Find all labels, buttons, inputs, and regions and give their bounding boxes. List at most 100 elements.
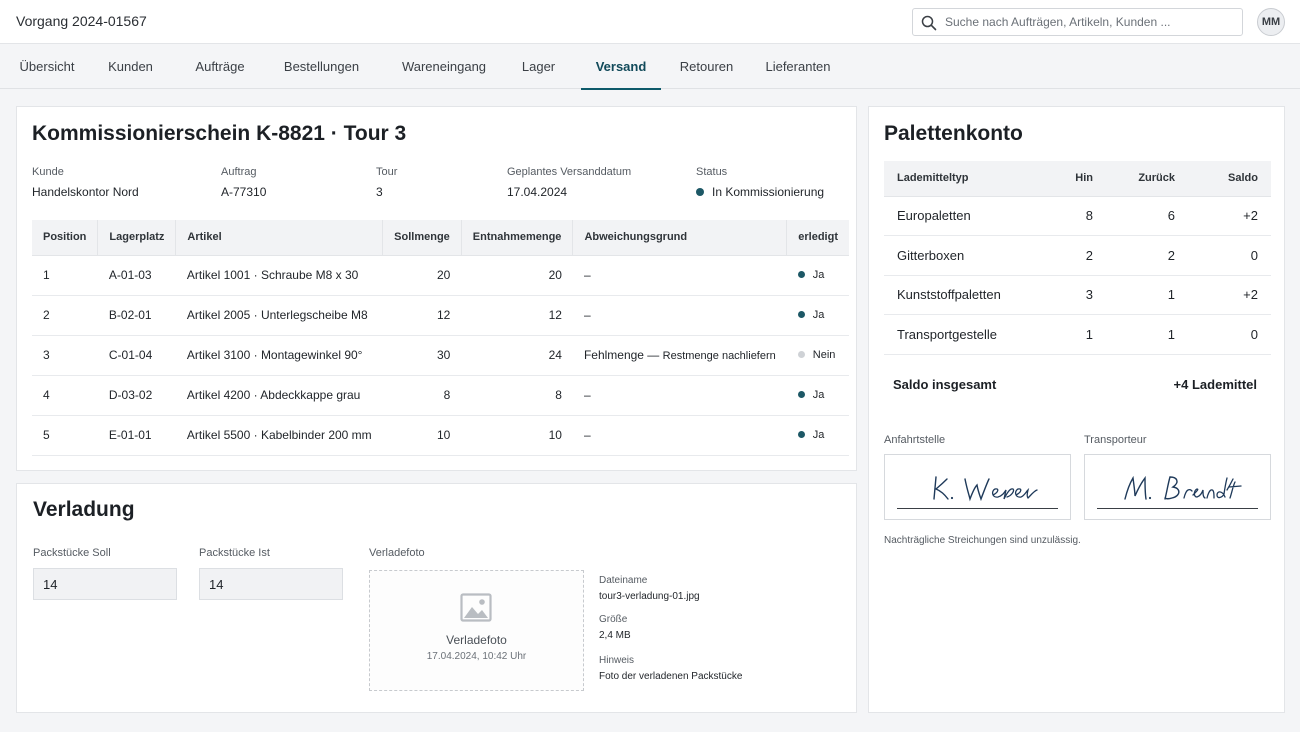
signature-line: [1097, 508, 1258, 509]
table-row[interactable]: 2 B-02-01 Artikel 2005 · Unterlegscheibe…: [32, 295, 849, 336]
cell-position: 2: [32, 295, 98, 336]
cell-hin: 1: [1044, 314, 1106, 355]
cell-artikel: Artikel 2005 · Unterlegscheibe M8: [175, 295, 383, 336]
col-abweichungsgrund[interactable]: Abweichungsgrund: [572, 220, 788, 256]
status-text: In Kommissionierung: [712, 185, 825, 199]
col-erledigt[interactable]: erledigt: [786, 220, 849, 256]
cell-position: 5: [32, 415, 98, 456]
cell-saldo: 0: [1188, 235, 1271, 276]
grund-note: Restmenge nachliefern: [662, 350, 776, 362]
done-dot-icon: [797, 431, 805, 438]
erledigt-text: Ja: [812, 429, 825, 441]
packstuecke-soll-field[interactable]: [33, 568, 177, 600]
saldo-total-label: Saldo insgesamt: [893, 377, 997, 392]
cell-lagerplatz: D-03-02: [97, 375, 176, 416]
signature-box-transporteur[interactable]: [1084, 454, 1271, 520]
loading-title: Verladung: [33, 498, 135, 521]
table-row[interactable]: Kunststoffpaletten 3 1 +2: [884, 275, 1271, 315]
file-size-label: Größe: [599, 614, 628, 625]
col-position[interactable]: Position: [32, 220, 99, 256]
search-icon[interactable]: [921, 15, 937, 31]
cell-entnahmemenge: 8: [461, 375, 573, 416]
file-name-value: tour3-verladung-01.jpg: [599, 591, 700, 602]
col-zurueck[interactable]: Zurück: [1106, 161, 1188, 197]
table-row[interactable]: 1 A-01-03 Artikel 1001 · Schraube M8 x 3…: [32, 255, 849, 296]
signature-weber-icon: [933, 476, 1038, 502]
tab-lieferanten[interactable]: Lieferanten: [760, 45, 836, 89]
photo-title: Verladefoto: [446, 633, 507, 647]
signature-note: Nachträgliche Streichungen sind unzuläss…: [884, 535, 1081, 546]
cell-hin: 3: [1044, 275, 1106, 315]
col-sollmenge[interactable]: Sollmenge: [382, 220, 462, 256]
user-avatar[interactable]: MM: [1257, 8, 1285, 36]
tab-wareneingang[interactable]: Wareneingang: [398, 45, 490, 89]
tab-versand[interactable]: Versand: [581, 45, 661, 90]
col-lademitteltyp[interactable]: Lademitteltyp: [884, 161, 1044, 197]
main-tabs: Übersicht Kunden Aufträge Bestellungen W…: [0, 45, 1300, 90]
cell-lagerplatz: A-01-03: [97, 255, 176, 296]
hint-label: Hinweis: [599, 655, 635, 666]
signature-label-transporteur: Transporteur: [1084, 434, 1147, 446]
pallet-title: Palettenkonto: [884, 122, 1023, 145]
top-bar: Vorgang 2024-01567 MM: [0, 0, 1300, 44]
cell-position: 4: [32, 375, 98, 416]
cell-hin: 8: [1044, 196, 1106, 236]
search-input[interactable]: [945, 13, 1235, 31]
meta-label-kunde: Kunde: [32, 166, 64, 178]
cell-entnahmemenge: 12: [461, 295, 573, 336]
cell-sollmenge: 20: [382, 255, 462, 296]
cell-lagerplatz: E-01-01: [97, 415, 176, 456]
cell-typ: Transportgestelle: [884, 314, 1044, 355]
col-entnahmemenge[interactable]: Entnahmemenge: [461, 220, 574, 256]
table-row[interactable]: Europaletten 8 6 +2: [884, 196, 1271, 236]
cell-erledigt: Ja: [786, 295, 849, 336]
tab-retouren[interactable]: Retouren: [675, 45, 738, 89]
picking-title: Kommissionierschein K-8821 · Tour 3: [32, 122, 407, 145]
grund-text: Fehlmenge —: [583, 348, 663, 362]
signature-brandt-icon: [1124, 475, 1242, 500]
grund-text: –: [583, 388, 591, 402]
cell-erledigt: Ja: [786, 415, 849, 456]
tab-kunden[interactable]: Kunden: [103, 45, 158, 89]
col-lagerplatz[interactable]: Lagerplatz: [97, 220, 177, 256]
tab-bestellungen[interactable]: Bestellungen: [281, 45, 362, 89]
tab-lager[interactable]: Lager: [515, 45, 562, 89]
erledigt-text: Nein: [812, 349, 836, 361]
cell-sollmenge: 30: [382, 335, 462, 376]
packstuecke-ist-field[interactable]: [199, 568, 343, 600]
table-row[interactable]: Transportgestelle 1 1 0: [884, 314, 1271, 355]
cell-abweichungsgrund: Fehlmenge — Restmenge nachliefern: [572, 335, 787, 376]
cell-typ: Kunststoffpaletten: [884, 275, 1044, 315]
cell-artikel: Artikel 4200 · Abdeckkappe grau: [175, 375, 383, 416]
picking-card: Kommissionierschein K-8821 · Tour 3 Kund…: [16, 106, 857, 471]
cell-position: 3: [32, 335, 98, 376]
cell-saldo: +2: [1188, 275, 1271, 315]
cell-erledigt: Ja: [786, 255, 849, 296]
tab-auftraege[interactable]: Aufträge: [190, 45, 250, 89]
cell-zurueck: 1: [1106, 275, 1188, 315]
tab-uebersicht[interactable]: Übersicht: [16, 45, 78, 89]
table-row[interactable]: 5 E-01-01 Artikel 5500 · Kabelbinder 200…: [32, 415, 849, 456]
col-artikel[interactable]: Artikel: [175, 220, 384, 256]
signature-box-anfahrtstelle[interactable]: [884, 454, 1071, 520]
col-hin[interactable]: Hin: [1044, 161, 1106, 197]
cell-artikel: Artikel 1001 · Schraube M8 x 30: [175, 255, 383, 296]
verladefoto-dropzone[interactable]: Verladefoto 17.04.2024, 10:42 Uhr: [369, 570, 584, 691]
table-row[interactable]: 3 C-01-04 Artikel 3100 · Montagewinkel 9…: [32, 335, 849, 376]
cell-sollmenge: 10: [382, 415, 462, 456]
cell-entnahmemenge: 20: [461, 255, 573, 296]
cell-artikel: Artikel 3100 · Montagewinkel 90°: [175, 335, 383, 376]
search-box[interactable]: [912, 8, 1243, 36]
cell-abweichungsgrund: –: [572, 415, 787, 456]
col-saldo[interactable]: Saldo: [1188, 161, 1271, 197]
table-row[interactable]: 4 D-03-02 Artikel 4200 · Abdeckkappe gra…: [32, 375, 849, 416]
hint-value: Foto der verladenen Packstücke: [599, 671, 743, 682]
packstuecke-soll-label: Packstücke Soll: [33, 547, 111, 559]
signature-label-anfahrtstelle: Anfahrtstelle: [884, 434, 946, 446]
page-title: Vorgang 2024-01567: [16, 13, 147, 29]
packstuecke-ist-label: Packstücke Ist: [199, 547, 270, 559]
table-row[interactable]: Gitterboxen 2 2 0: [884, 235, 1271, 276]
pallet-table: Lademitteltyp Hin Zurück Saldo Europalet…: [884, 161, 1271, 355]
cell-typ: Europaletten: [884, 196, 1044, 236]
cell-sollmenge: 8: [382, 375, 462, 416]
